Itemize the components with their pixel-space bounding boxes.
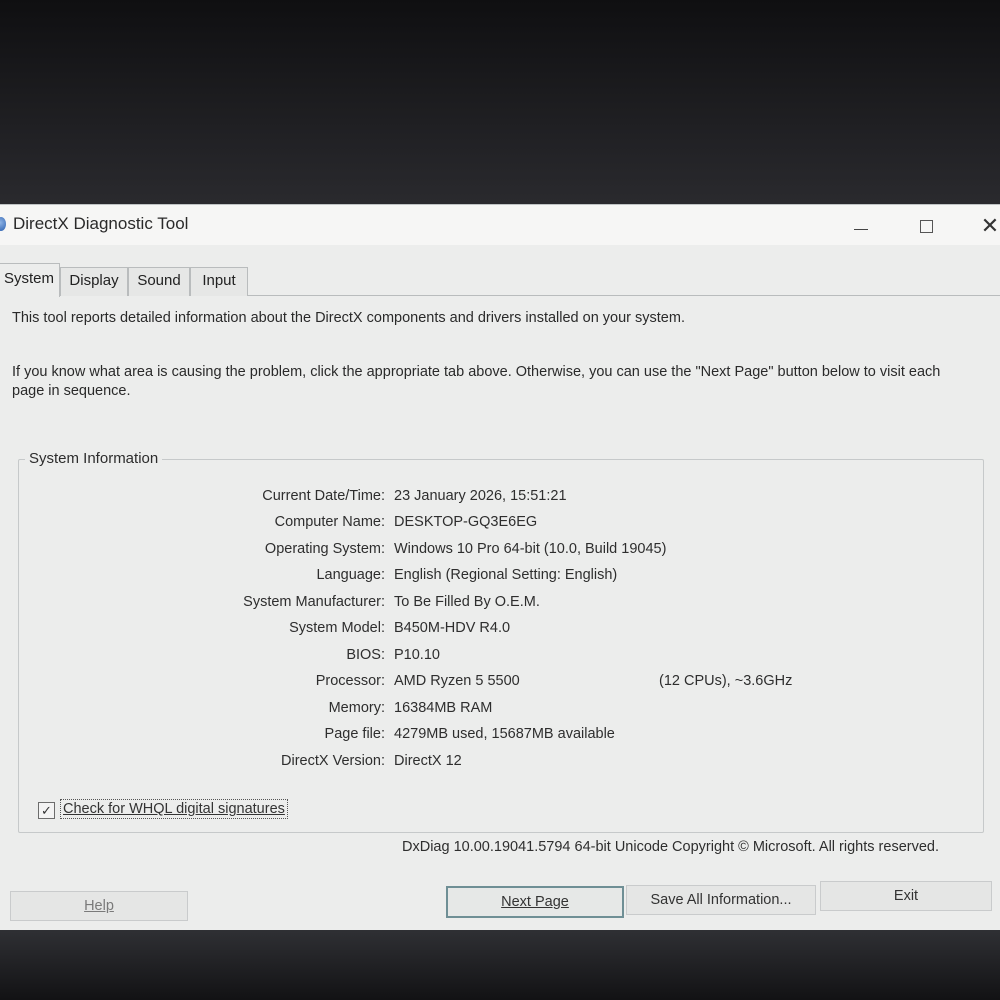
help-button[interactable]: Help (10, 891, 188, 921)
maximize-button[interactable] (908, 209, 944, 243)
instructions-text: If you know what area is causing the pro… (12, 364, 941, 399)
info-label: Page file: (324, 726, 385, 742)
title-bar: DirectX Diagnostic Tool ✕ (0, 205, 1000, 245)
processor-cpu-count: (12 CPUs), ~3.6GHz (659, 673, 793, 689)
minimize-button[interactable] (844, 209, 880, 243)
info-label: Processor: (315, 673, 385, 689)
info-row-computer-name: Computer Name: DESKTOP-GQ3E6EG (19, 514, 983, 536)
info-value: DESKTOP-GQ3E6EG (394, 514, 538, 530)
background-bottom (0, 930, 1000, 1000)
next-page-button[interactable]: Next Page (446, 886, 624, 918)
info-label: System Manufacturer: (243, 594, 385, 610)
tab-display[interactable]: Display (60, 267, 128, 296)
tab-sound[interactable]: Sound (128, 267, 190, 296)
info-value: P10.10 (394, 647, 440, 663)
info-row-memory: Memory: 16384MB RAM (19, 700, 983, 722)
save-all-information-button[interactable]: Save All Information... (626, 885, 816, 915)
info-row-language: Language: English (Regional Setting: Eng… (19, 567, 983, 589)
info-value: 23 January 2026, 15:51:21 (394, 488, 567, 504)
info-value: 4279MB used, 15687MB available (394, 726, 615, 742)
info-value: 16384MB RAM (394, 700, 493, 716)
exit-button[interactable]: Exit (820, 881, 992, 911)
info-label: Current Date/Time: (262, 488, 385, 504)
directx-app-icon (0, 217, 6, 231)
tab-input[interactable]: Input (190, 267, 248, 296)
intro-text: This tool reports detailed information a… (12, 310, 685, 326)
info-row-date-time: Current Date/Time: 23 January 2026, 15:5… (19, 488, 983, 510)
info-label: Operating System: (264, 541, 385, 557)
info-value: DirectX 12 (394, 753, 462, 769)
info-label: DirectX Version: (281, 753, 385, 769)
info-label: Computer Name: (274, 514, 385, 530)
info-label: BIOS: (346, 647, 385, 663)
info-label: System Model: (289, 620, 385, 636)
info-value: B450M-HDV R4.0 (394, 620, 511, 636)
info-row-bios: BIOS: P10.10 (19, 647, 983, 669)
info-row-page-file: Page file: 4279MB used, 15687MB availabl… (19, 726, 983, 748)
background-top (0, 0, 1000, 205)
next-page-button-label: Next Page (501, 894, 569, 910)
help-button-label: Help (84, 898, 114, 914)
info-row-system-model: System Model: B450M-HDV R4.0 (19, 620, 983, 642)
info-row-processor: Processor: AMD Ryzen 5 5500 (12 CPUs), ~… (19, 673, 983, 695)
tab-system[interactable]: System (0, 263, 60, 297)
info-value: To Be Filled By O.E.M. (394, 594, 540, 610)
info-label: Memory: (328, 700, 385, 716)
window-title: DirectX Diagnostic Tool (13, 214, 189, 233)
info-value: English (Regional Setting: English) (394, 567, 618, 583)
dxdiag-window: DirectX Diagnostic Tool ✕ System Display… (0, 204, 1000, 933)
info-label: Language: (316, 567, 385, 583)
whql-checkbox[interactable]: ✓ (38, 802, 55, 819)
system-information-group: System Information Current Date/Time: 23… (18, 450, 984, 833)
info-row-directx-version: DirectX Version: DirectX 12 (19, 753, 983, 775)
close-button[interactable]: ✕ (972, 209, 1000, 243)
whql-checkbox-label[interactable]: Check for WHQL digital signatures (60, 799, 288, 819)
group-title: System Information (25, 450, 163, 467)
info-value: AMD Ryzen 5 5500 (394, 673, 520, 689)
info-row-system-manufacturer: System Manufacturer: To Be Filled By O.E… (19, 594, 983, 616)
version-copyright-text: DxDiag 10.00.19041.5794 64-bit Unicode C… (402, 839, 939, 855)
info-value: Windows 10 Pro 64-bit (10.0, Build 19045… (394, 541, 667, 557)
info-row-operating-system: Operating System: Windows 10 Pro 64-bit … (19, 541, 983, 563)
